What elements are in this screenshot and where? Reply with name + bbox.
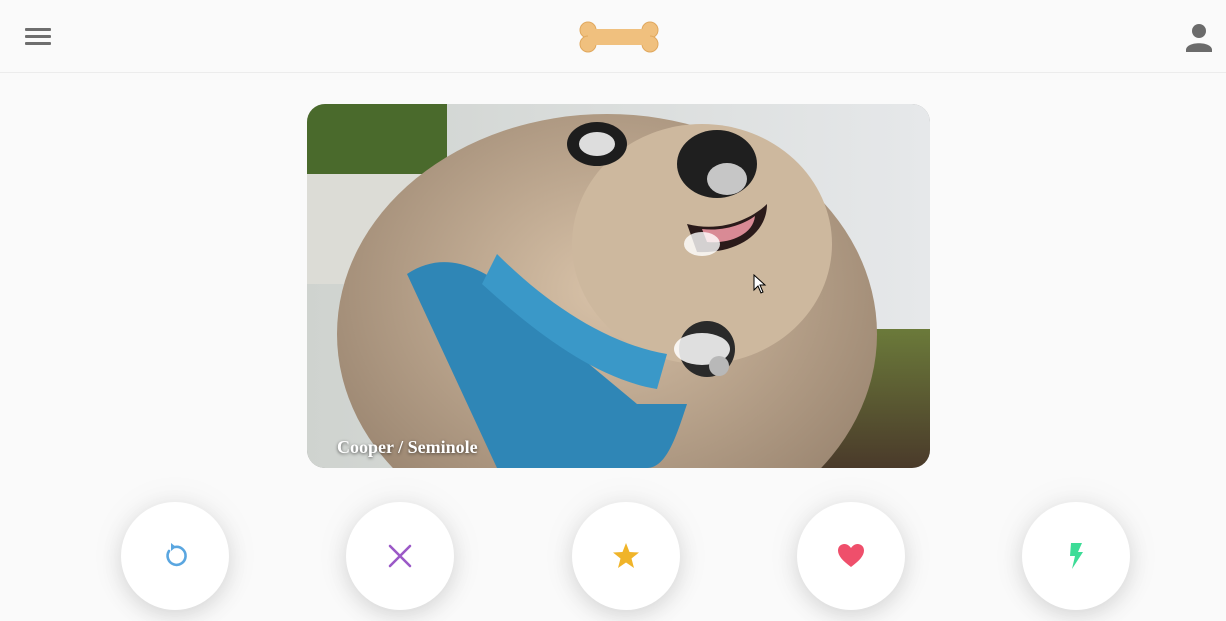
user-profile-icon[interactable] (1182, 20, 1216, 54)
rewind-button[interactable] (121, 502, 229, 610)
super-like-button[interactable] (572, 502, 680, 610)
boost-button[interactable] (1022, 502, 1130, 610)
bone-logo-icon[interactable] (578, 20, 660, 54)
star-icon (613, 543, 639, 568)
rewind-icon (166, 543, 187, 567)
action-bar (0, 480, 1226, 621)
mouse-cursor-icon (753, 274, 767, 294)
lightning-icon (1070, 543, 1083, 569)
dog-name-location: Cooper / Seminole (337, 437, 478, 457)
top-navigation-bar (0, 0, 1226, 73)
heart-icon (838, 544, 864, 567)
nope-button[interactable] (346, 502, 454, 610)
hamburger-menu-icon[interactable] (22, 22, 54, 52)
profile-card[interactable]: Cooper / Seminole (307, 104, 930, 468)
close-icon (388, 544, 412, 568)
dog-photo (307, 104, 930, 468)
like-button[interactable] (797, 502, 905, 610)
